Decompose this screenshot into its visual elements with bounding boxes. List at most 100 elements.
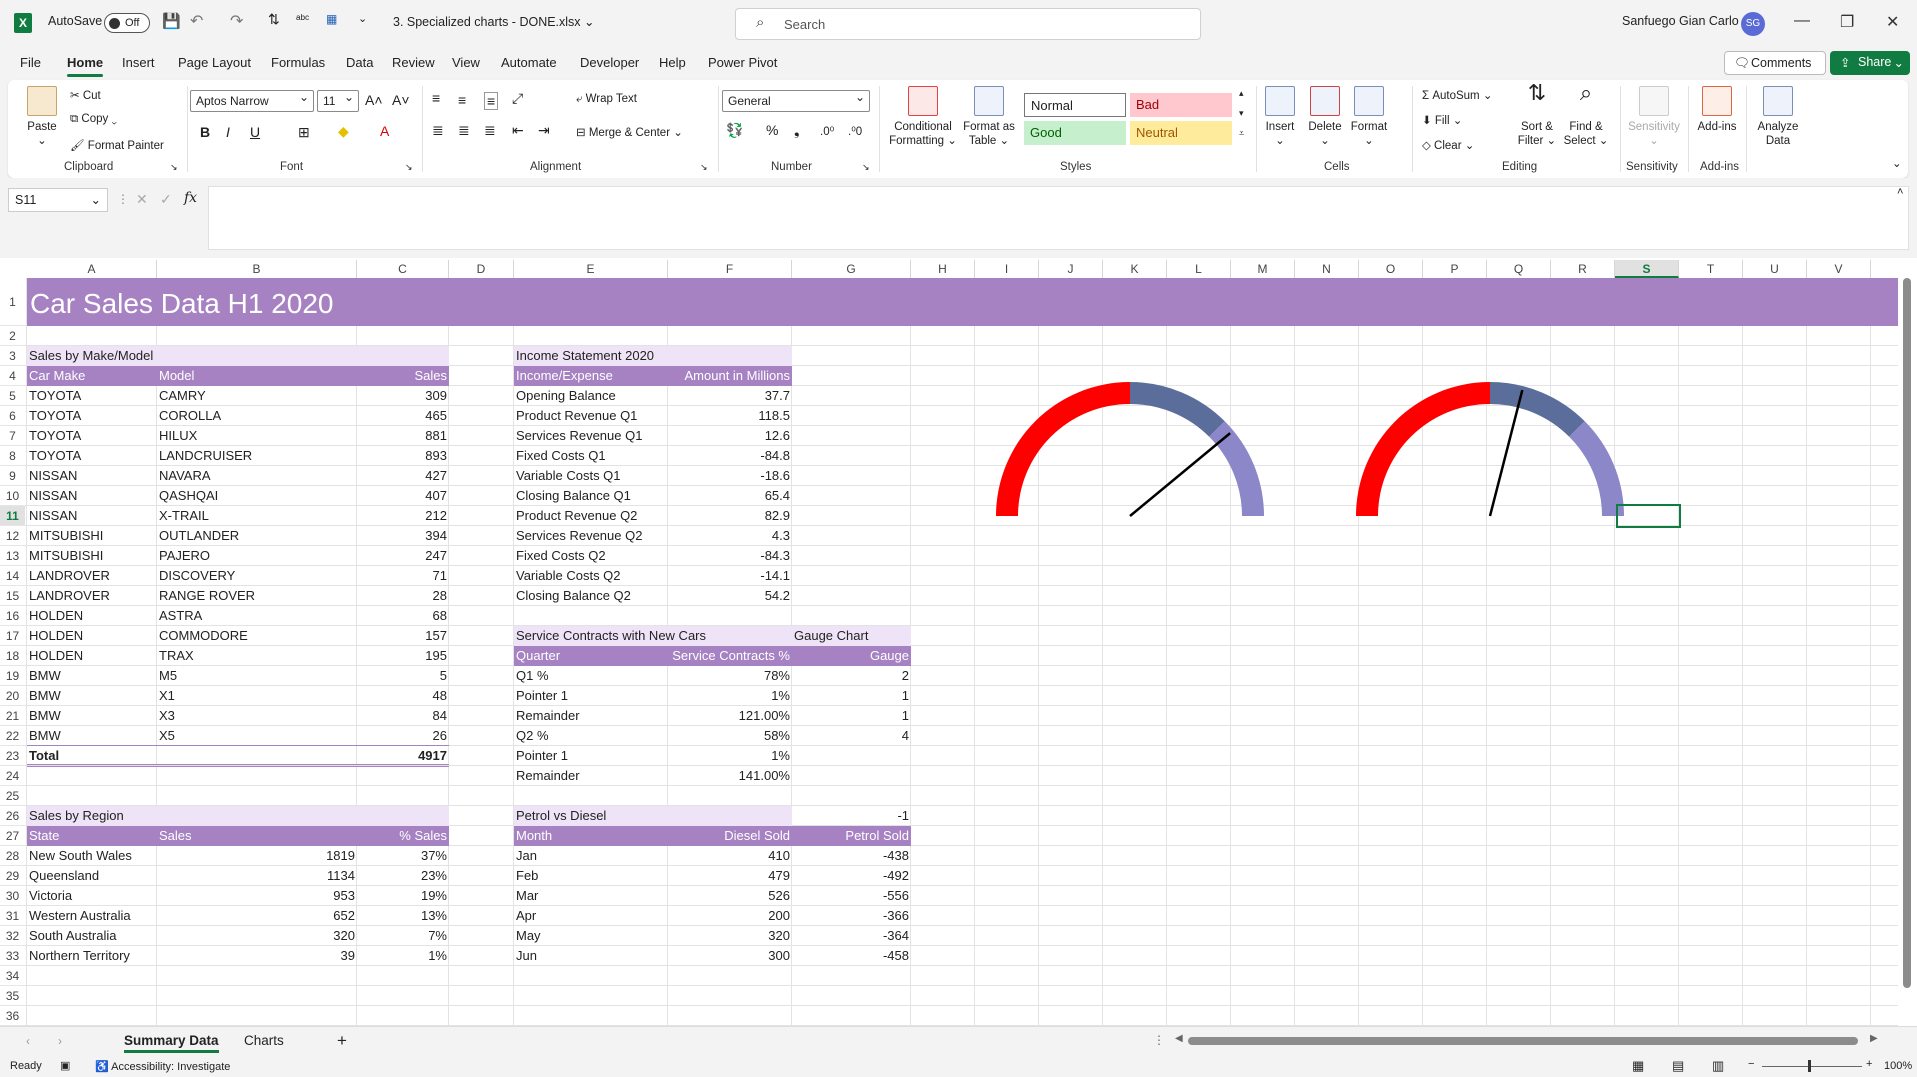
column-label[interactable]: Car Make bbox=[27, 366, 157, 386]
table-cell[interactable]: -84.3 bbox=[668, 546, 792, 566]
table-cell[interactable]: 141.00% bbox=[668, 766, 792, 786]
style-bad[interactable]: Bad bbox=[1130, 93, 1232, 117]
orientation-icon[interactable]: ⤢ bbox=[512, 90, 523, 107]
table-cell[interactable]: BMW bbox=[27, 706, 157, 726]
menu-help[interactable]: Help bbox=[659, 55, 686, 70]
align-bottom-icon[interactable]: ≡ bbox=[484, 92, 499, 110]
table-cell[interactable]: 37.7 bbox=[668, 386, 792, 406]
bold-button[interactable]: B bbox=[200, 124, 210, 140]
menu-page-layout[interactable]: Page Layout bbox=[178, 55, 251, 70]
paste-button[interactable]: Paste ⌄ bbox=[22, 86, 62, 148]
table-cell[interactable]: 1% bbox=[357, 946, 449, 966]
table-cell[interactable]: Northern Territory bbox=[27, 946, 157, 966]
table-title[interactable]: Petrol vs Diesel bbox=[514, 806, 792, 826]
zoom-slider-thumb[interactable] bbox=[1808, 1060, 1811, 1072]
table-cell[interactable]: 1% bbox=[668, 746, 792, 766]
table-cell[interactable]: 1 bbox=[792, 706, 911, 726]
table-cell[interactable]: Mar bbox=[514, 886, 668, 906]
table-cell[interactable]: LANDROVER bbox=[27, 566, 157, 586]
add-ins-button[interactable]: Add-ins bbox=[1692, 86, 1742, 134]
table-cell[interactable]: 1 bbox=[792, 686, 911, 706]
align-left-icon[interactable]: ≣ bbox=[432, 122, 444, 139]
table-title[interactable]: Sales by Make/Model bbox=[27, 346, 449, 366]
table-cell[interactable]: HOLDEN bbox=[27, 626, 157, 646]
table-cell[interactable]: DISCOVERY bbox=[157, 566, 357, 586]
table-cell[interactable]: Queensland bbox=[27, 866, 157, 886]
comments-button[interactable]: 🗨 Comments bbox=[1724, 51, 1826, 75]
table-cell[interactable]: 39 bbox=[157, 946, 357, 966]
table-title[interactable]: Gauge Chart bbox=[792, 626, 911, 646]
table-cell[interactable]: -458 bbox=[792, 946, 911, 966]
avatar[interactable]: SG bbox=[1741, 12, 1765, 36]
file-name[interactable]: 3. Specialized charts - DONE.xlsx ⌄ bbox=[393, 14, 595, 29]
table-cell[interactable]: Fixed Costs Q2 bbox=[514, 546, 668, 566]
table-cell[interactable]: 526 bbox=[668, 886, 792, 906]
tab-options-icon[interactable]: ⋮ bbox=[1153, 1033, 1165, 1047]
table-cell[interactable]: 78% bbox=[668, 666, 792, 686]
menu-power-pivot[interactable]: Power Pivot bbox=[708, 55, 777, 70]
table-cell[interactable]: RANGE ROVER bbox=[157, 586, 357, 606]
table-cell[interactable]: -1 bbox=[792, 806, 911, 826]
table-cell[interactable]: Q1 % bbox=[514, 666, 668, 686]
styles-scroll-up-icon[interactable]: ▴ bbox=[1239, 88, 1244, 99]
restore-icon[interactable]: ❐ bbox=[1840, 12, 1854, 32]
table-cell[interactable]: -84.8 bbox=[668, 446, 792, 466]
table-cell[interactable]: -492 bbox=[792, 866, 911, 886]
style-good[interactable]: Good bbox=[1024, 121, 1126, 145]
table-cell[interactable]: 652 bbox=[157, 906, 357, 926]
tab-charts[interactable]: Charts bbox=[244, 1033, 284, 1048]
table-cell[interactable]: 7% bbox=[357, 926, 449, 946]
table-cell[interactable]: MITSUBISHI bbox=[27, 526, 157, 546]
table-cell[interactable]: 13% bbox=[357, 906, 449, 926]
zoom-slider[interactable] bbox=[1762, 1066, 1862, 1067]
table-cell[interactable]: 65.4 bbox=[668, 486, 792, 506]
scroll-right-icon[interactable]: ▶ bbox=[1870, 1033, 1878, 1044]
gauge-chart-q2[interactable] bbox=[1340, 370, 1640, 530]
align-center-icon[interactable]: ≣ bbox=[458, 122, 470, 139]
gauge-chart-q1[interactable] bbox=[980, 370, 1280, 530]
table-cell[interactable]: 157 bbox=[357, 626, 449, 646]
table-cell[interactable]: 2 bbox=[792, 666, 911, 686]
delete-cells-button[interactable]: Delete ⌄ bbox=[1304, 86, 1346, 148]
formula-expand-icon[interactable]: ˄ bbox=[1897, 186, 1903, 198]
table-cell[interactable]: 48 bbox=[357, 686, 449, 706]
table-cell[interactable]: Feb bbox=[514, 866, 668, 886]
table-cell[interactable]: Closing Balance Q1 bbox=[514, 486, 668, 506]
table-cell[interactable]: TOYOTA bbox=[27, 386, 157, 406]
increase-font-icon[interactable]: A˄ bbox=[365, 92, 383, 108]
decrease-font-icon[interactable]: A˅ bbox=[392, 92, 410, 108]
table-title[interactable]: Income Statement 2020 bbox=[514, 346, 792, 366]
table-cell[interactable]: 68 bbox=[357, 606, 449, 626]
table-cell[interactable]: 37% bbox=[357, 846, 449, 866]
table-cell[interactable]: Variable Costs Q2 bbox=[514, 566, 668, 586]
table-cell[interactable]: 28 bbox=[357, 586, 449, 606]
find-select-button[interactable]: ⌕ Find & Select ⌄ bbox=[1562, 82, 1610, 148]
percent-icon[interactable]: % bbox=[766, 122, 778, 138]
table-cell[interactable] bbox=[792, 746, 911, 766]
merge-center-button[interactable]: ⊟ Merge & Center ⌄ bbox=[576, 125, 683, 139]
table-cell[interactable]: 427 bbox=[357, 466, 449, 486]
table-cell[interactable]: Remainder bbox=[514, 706, 668, 726]
currency-icon[interactable]: 💱 bbox=[726, 122, 743, 139]
sort-filter-button[interactable]: ⇅ Sort & Filter ⌄ bbox=[1516, 82, 1558, 148]
table-cell[interactable]: HOLDEN bbox=[27, 646, 157, 666]
font-launcher-icon[interactable]: ↘ bbox=[405, 162, 413, 173]
redo-icon[interactable]: ↷ bbox=[230, 11, 243, 31]
fill-color-icon[interactable]: ◆ bbox=[338, 123, 349, 140]
style-normal[interactable]: Normal bbox=[1024, 93, 1126, 117]
table-cell[interactable]: 200 bbox=[668, 906, 792, 926]
table-cell[interactable]: COROLLA bbox=[157, 406, 357, 426]
number-format-dropdown[interactable]: General bbox=[722, 90, 870, 112]
autosave-toggle[interactable]: Off bbox=[104, 13, 150, 33]
table-cell[interactable]: 394 bbox=[357, 526, 449, 546]
number-format-icon[interactable]: ▦ bbox=[326, 12, 337, 26]
table-cell[interactable]: Victoria bbox=[27, 886, 157, 906]
zoom-out-icon[interactable]: − bbox=[1748, 1058, 1754, 1070]
table-cell[interactable]: TRAX bbox=[157, 646, 357, 666]
zoom-in-icon[interactable]: + bbox=[1866, 1058, 1872, 1070]
table-cell[interactable]: 195 bbox=[357, 646, 449, 666]
wrap-text-button[interactable]: ⤶ Wrap Text bbox=[576, 93, 637, 106]
table-cell[interactable] bbox=[792, 766, 911, 786]
copy-button[interactable]: ⧉ Copy ⌄ bbox=[70, 113, 117, 126]
zoom-level[interactable]: 100% bbox=[1884, 1060, 1912, 1072]
